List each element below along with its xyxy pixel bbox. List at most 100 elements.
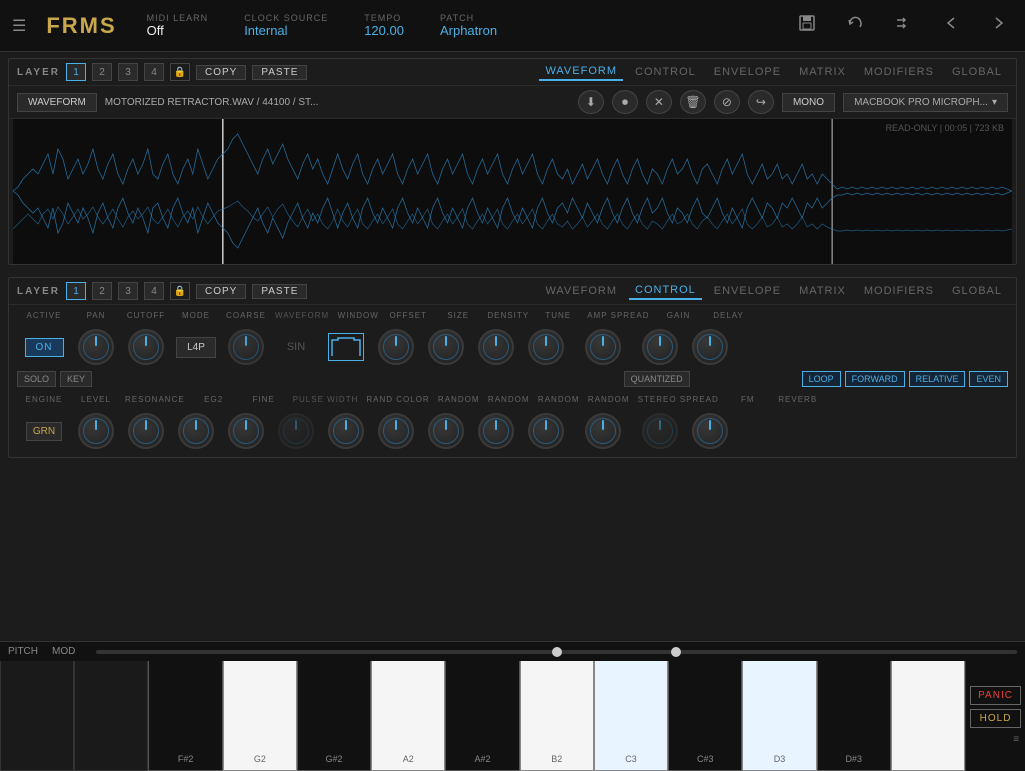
menu-icon[interactable]: ☰ — [12, 16, 26, 36]
clock-source-value[interactable]: Internal — [244, 23, 328, 38]
tab-control1[interactable]: CONTROL — [629, 64, 702, 80]
midi-learn-value[interactable]: Off — [147, 23, 209, 38]
quantized-button[interactable]: QUANTIZED — [624, 371, 690, 387]
tune-knob[interactable] — [528, 329, 564, 365]
coarse-knob[interactable] — [228, 329, 264, 365]
reverb-knob[interactable] — [692, 413, 728, 449]
piano-key-b2[interactable]: B2 — [520, 661, 594, 771]
prev-patch-button[interactable] — [937, 9, 965, 42]
layer2-num4-button[interactable]: 4 — [144, 282, 164, 300]
loop-button[interactable]: LOOP — [802, 371, 841, 387]
piano-key-c3[interactable]: C3 — [594, 661, 668, 771]
waveform-display[interactable]: READ-ONLY | 00:05 | 723 KB // We'll draw… — [13, 119, 1012, 264]
layer2-num2-button[interactable]: 2 — [92, 282, 112, 300]
grn-button[interactable]: GRN — [26, 422, 62, 441]
solo-button[interactable]: SOLO — [17, 371, 56, 387]
pitch-slider[interactable] — [96, 650, 1017, 654]
delete-icon-button[interactable]: 🗑 — [680, 90, 706, 114]
eg2-knob-item — [171, 411, 221, 451]
random3-label: RANDOM — [538, 395, 580, 404]
tab-modifiers1[interactable]: MODIFIERS — [858, 64, 940, 80]
patch-value[interactable]: Arphatron — [440, 23, 497, 38]
tab-envelope2[interactable]: ENVELOPE — [708, 283, 787, 299]
close-icon-button[interactable]: ✕ — [646, 90, 672, 114]
layer1-paste-button[interactable]: PASTE — [252, 65, 307, 80]
layer2-copy-button[interactable]: COPY — [196, 284, 246, 299]
piano-key-partial-left[interactable] — [0, 661, 74, 771]
layer1-lock-button[interactable]: 🔒 — [170, 63, 190, 81]
cutoff-knob[interactable] — [128, 329, 164, 365]
pan-knob[interactable] — [78, 329, 114, 365]
resonance-knob[interactable] — [128, 413, 164, 449]
even-button[interactable]: EVEN — [969, 371, 1008, 387]
layer2-lock-button[interactable]: 🔒 — [170, 282, 190, 300]
piano-key-fsharp2[interactable]: F#2 — [148, 661, 222, 771]
piano-key-gsharp2[interactable]: G#2 — [297, 661, 371, 771]
pulse-width-knob[interactable] — [278, 413, 314, 449]
tempo-value[interactable]: 120.00 — [364, 23, 404, 38]
forward-button[interactable]: FORWARD — [845, 371, 905, 387]
piano-key-g2[interactable]: G2 — [223, 661, 297, 771]
stereo-spread-knob[interactable] — [585, 413, 621, 449]
piano-key-asharp2[interactable]: A#2 — [445, 661, 519, 771]
pitch-thumb1[interactable] — [552, 647, 562, 657]
download-icon-button[interactable]: ⬇ — [578, 90, 604, 114]
tab-modifiers2[interactable]: MODIFIERS — [858, 283, 940, 299]
eg2-knob[interactable] — [178, 413, 214, 449]
save-button[interactable] — [793, 9, 821, 42]
layer1-num3-button[interactable]: 3 — [118, 63, 138, 81]
layer2-num3-button[interactable]: 3 — [118, 282, 138, 300]
hold-button[interactable]: HOLD — [970, 709, 1021, 728]
audio-device-button[interactable]: MACBOOK PRO MICROPH... ▾ — [843, 93, 1008, 112]
piano-key-dsharp3[interactable]: D#3 — [817, 661, 891, 771]
undo-button[interactable] — [841, 9, 869, 42]
rand-color-knob[interactable] — [328, 413, 364, 449]
tab-waveform2[interactable]: WAVEFORM — [539, 283, 623, 299]
pitch-thumb2[interactable] — [671, 647, 681, 657]
tab-matrix1[interactable]: MATRIX — [793, 64, 852, 80]
piano-key-csharp3[interactable]: C#3 — [668, 661, 742, 771]
random-button[interactable] — [889, 9, 917, 42]
amp-spread-knob[interactable] — [585, 329, 621, 365]
edit-icon-button[interactable]: ↪ — [748, 90, 774, 114]
piano-key-partial-right[interactable] — [891, 661, 965, 771]
on-button[interactable]: ON — [25, 338, 64, 357]
offset-knob[interactable] — [378, 329, 414, 365]
random3-knob[interactable] — [478, 413, 514, 449]
window-shape[interactable] — [328, 333, 364, 361]
relative-button[interactable]: RELATIVE — [909, 371, 966, 387]
record-icon-button[interactable]: ⏺ — [612, 90, 638, 114]
mode-button[interactable]: L4P — [176, 337, 216, 358]
key-button[interactable]: KEY — [60, 371, 92, 387]
tab-control2[interactable]: CONTROL — [629, 282, 702, 300]
fine-knob[interactable] — [228, 413, 264, 449]
gain-knob[interactable] — [642, 329, 678, 365]
tab-global1[interactable]: GLOBAL — [946, 64, 1008, 80]
mono-button[interactable]: MONO — [782, 93, 835, 112]
piano-key-d3[interactable]: D3 — [742, 661, 816, 771]
next-patch-button[interactable] — [985, 9, 1013, 42]
layer1-num2-button[interactable]: 2 — [92, 63, 112, 81]
layer1-num1-button[interactable]: 1 — [66, 63, 86, 81]
layer2-num1-button[interactable]: 1 — [66, 282, 86, 300]
tab-waveform1[interactable]: WAVEFORM — [539, 63, 623, 81]
layer2-paste-button[interactable]: PASTE — [252, 284, 307, 299]
piano-key-a2[interactable]: A2 — [371, 661, 445, 771]
random2-knob[interactable] — [428, 413, 464, 449]
piano-key-partial-left2[interactable] — [74, 661, 148, 771]
delay-knob[interactable] — [692, 329, 728, 365]
panic-button[interactable]: PANIC — [970, 686, 1021, 705]
random4-knob[interactable] — [528, 413, 564, 449]
size-knob[interactable] — [428, 329, 464, 365]
tab-matrix2[interactable]: MATRIX — [793, 283, 852, 299]
density-knob[interactable] — [478, 329, 514, 365]
layer1-copy-button[interactable]: COPY — [196, 65, 246, 80]
waveform-mode-button[interactable]: WAVEFORM — [17, 93, 97, 112]
layer1-num4-button[interactable]: 4 — [144, 63, 164, 81]
tab-global2[interactable]: GLOBAL — [946, 283, 1008, 299]
loop-icon-button[interactable]: ⊘ — [714, 90, 740, 114]
level-knob[interactable] — [78, 413, 114, 449]
random1-knob[interactable] — [378, 413, 414, 449]
fm-knob[interactable] — [642, 413, 678, 449]
tab-envelope1[interactable]: ENVELOPE — [708, 64, 787, 80]
